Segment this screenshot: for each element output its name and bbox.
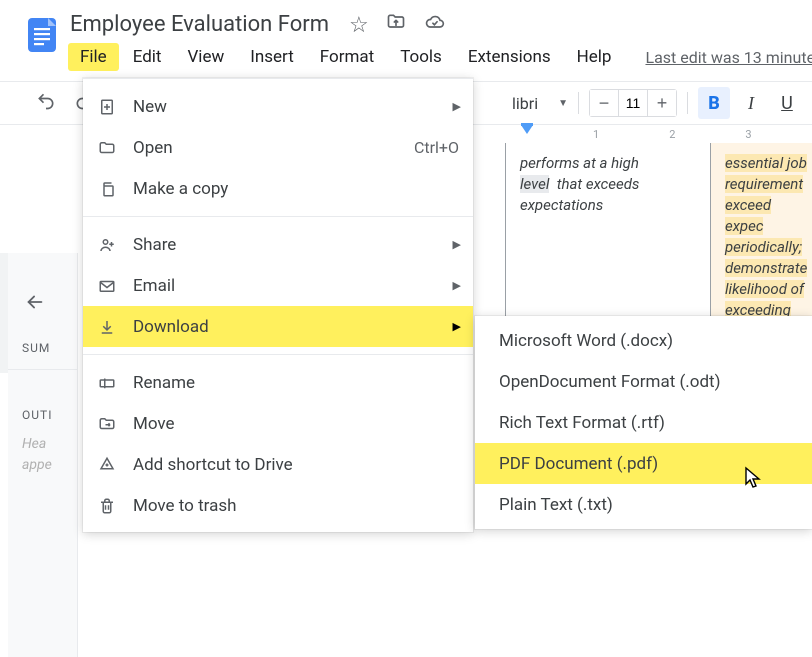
- bold-button[interactable]: B: [698, 87, 730, 119]
- google-docs-logo[interactable]: [22, 14, 62, 68]
- download-submenu: Microsoft Word (.docx) OpenDocument Form…: [475, 316, 812, 529]
- tab-strip: [0, 253, 8, 373]
- italic-button[interactable]: I: [736, 88, 766, 118]
- menu-help[interactable]: Help: [565, 43, 624, 71]
- menu-format[interactable]: Format: [308, 43, 386, 71]
- trash-icon: [97, 496, 117, 516]
- chevron-right-icon: ▶: [453, 320, 461, 333]
- chevron-right-icon: ▶: [453, 100, 461, 113]
- download-rtf[interactable]: Rich Text Format (.rtf): [475, 402, 812, 443]
- back-arrow-icon[interactable]: [8, 253, 77, 317]
- menu-tools[interactable]: Tools: [388, 43, 454, 71]
- menu-item-move[interactable]: Move: [83, 403, 473, 444]
- menu-item-new[interactable]: New ▶: [83, 86, 473, 127]
- menubar: File Edit View Insert Format Tools Exten…: [68, 43, 812, 71]
- font-size-stepper[interactable]: − +: [589, 89, 677, 117]
- menu-file[interactable]: File: [68, 43, 119, 71]
- drive-shortcut-icon: [97, 455, 117, 475]
- keyboard-shortcut: Ctrl+O: [414, 138, 459, 157]
- outline-summary-label: SUM: [8, 317, 77, 355]
- file-menu-dropdown: New ▶ Open Ctrl+O Make a copy Share ▶ Em…: [83, 78, 473, 532]
- menu-item-make-copy[interactable]: Make a copy: [83, 168, 473, 209]
- menu-item-add-shortcut[interactable]: Add shortcut to Drive: [83, 444, 473, 485]
- menu-item-trash[interactable]: Move to trash: [83, 485, 473, 526]
- menu-item-email[interactable]: Email ▶: [83, 265, 473, 306]
- font-size-input[interactable]: [618, 90, 648, 116]
- person-plus-icon: [97, 235, 117, 255]
- envelope-icon: [97, 276, 117, 296]
- menu-item-download[interactable]: Download ▶: [83, 306, 473, 347]
- copy-icon: [97, 179, 117, 199]
- cloud-status-icon[interactable]: [423, 12, 447, 37]
- ruler-tick: 1: [593, 128, 599, 141]
- menu-extensions[interactable]: Extensions: [456, 43, 563, 71]
- menu-view[interactable]: View: [175, 43, 236, 71]
- menu-item-open[interactable]: Open Ctrl+O: [83, 127, 473, 168]
- download-odt[interactable]: OpenDocument Format (.odt): [475, 361, 812, 402]
- mouse-cursor-icon: [743, 466, 763, 494]
- move-to-folder-icon[interactable]: [385, 12, 407, 37]
- rename-icon: [97, 373, 117, 393]
- ruler-tick: 2: [669, 128, 675, 141]
- chevron-down-icon[interactable]: ▼: [558, 98, 568, 109]
- undo-icon[interactable]: [30, 87, 62, 119]
- folder-icon: [97, 138, 117, 158]
- ruler-tick: 3: [745, 128, 751, 141]
- menu-item-share[interactable]: Share ▶: [83, 224, 473, 265]
- download-docx[interactable]: Microsoft Word (.docx): [475, 320, 812, 361]
- doc-title[interactable]: Employee Evaluation Form: [70, 12, 329, 37]
- underline-button[interactable]: U: [772, 88, 802, 118]
- outline-label: OUTI: [8, 369, 77, 422]
- font-size-minus[interactable]: −: [590, 90, 618, 116]
- outline-panel: SUM OUTI Heaappe: [8, 253, 78, 657]
- chevron-right-icon: ▶: [453, 279, 461, 292]
- last-edit-link[interactable]: Last edit was 13 minutes a: [645, 48, 812, 67]
- chevron-right-icon: ▶: [453, 238, 461, 251]
- folder-move-icon: [97, 414, 117, 434]
- plus-page-icon: [97, 97, 117, 117]
- ruler: 1 2 3: [473, 125, 812, 143]
- app-header: Employee Evaluation Form ☆ File Edit Vie…: [0, 0, 812, 71]
- menu-item-rename[interactable]: Rename: [83, 362, 473, 403]
- font-size-plus[interactable]: +: [648, 90, 676, 116]
- font-family-select[interactable]: libri: [512, 94, 538, 113]
- menu-edit[interactable]: Edit: [121, 43, 174, 71]
- menu-insert[interactable]: Insert: [238, 43, 306, 71]
- download-icon: [97, 317, 117, 337]
- outline-hint: Heaappe: [8, 422, 77, 476]
- star-icon[interactable]: ☆: [349, 13, 369, 38]
